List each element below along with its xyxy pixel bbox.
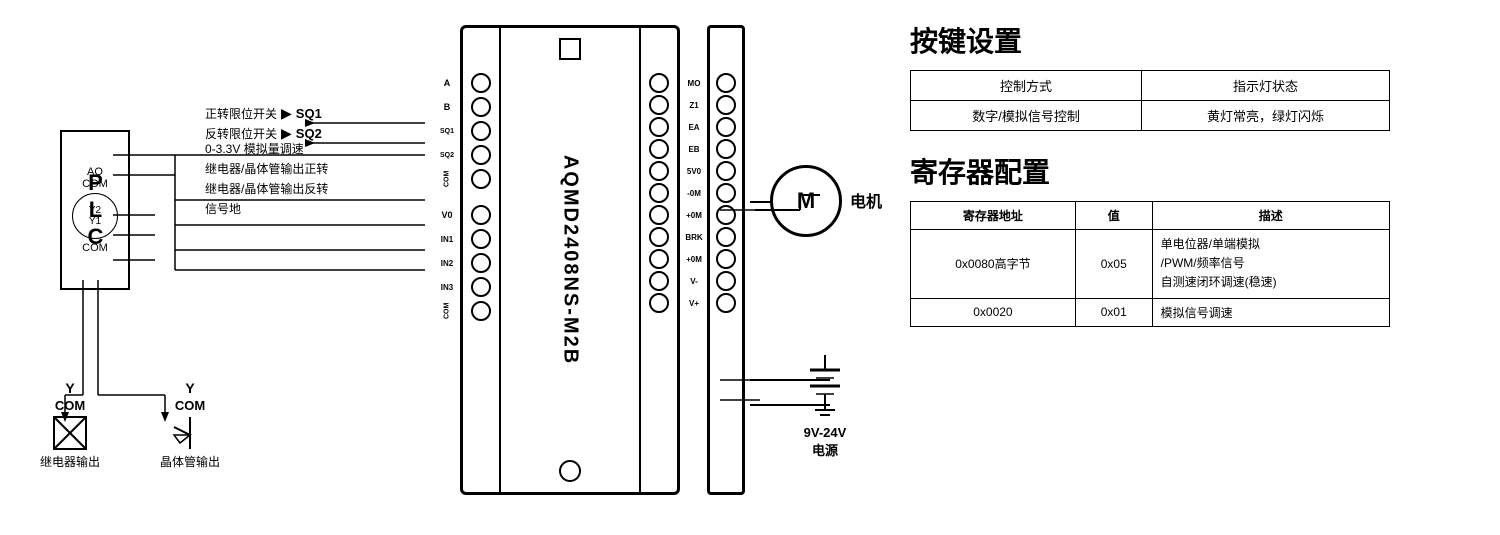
plc-y-circle: Y2 Y1 (72, 193, 118, 239)
transistor-bottom-label: 晶体管输出 (160, 453, 220, 470)
relay-symbol (52, 415, 88, 451)
relay-com-label: COM (55, 398, 85, 413)
plc-com1-label: COM (82, 178, 108, 190)
relay-reverse-label: 继电器/晶体管输出反转 (205, 180, 328, 198)
reg-val-0: 0x05 (1075, 230, 1152, 299)
sq-section: 正转限位开关 ▶ SQ1 反转限位开关 ▶ SQ2 (205, 105, 322, 145)
btn-header-control: 控制方式 (911, 71, 1142, 101)
btn-row-0: 数字/模拟信号控制 黄灯常亮，绿灯闪烁 (911, 101, 1390, 131)
relay-forward-label: 继电器/晶体管输出正转 (205, 160, 328, 178)
power-label: 电源 (800, 440, 850, 459)
motor-circle: M (770, 165, 842, 237)
reg-desc-0: 单电位器/单端模拟/PWM/频率信号自测速闭环调速(稳速) (1152, 230, 1389, 299)
reg-header-desc: 描述 (1152, 202, 1389, 230)
transistor-output-box: Y COM 晶体管输出 (160, 380, 220, 470)
relay-y-label: Y (65, 380, 74, 396)
device-body: A B SQ1 SQ2 COM V0 IN1 IN2 IN3 COM (460, 25, 680, 495)
center-device-section: A B SQ1 SQ2 COM V0 IN1 IN2 IN3 COM (440, 10, 750, 525)
device-top-indicator (559, 38, 581, 60)
forward-limit-label: 正转限位开关 (205, 105, 277, 122)
btn-header-indicator: 指示灯状态 (1142, 71, 1390, 101)
register-config-title: 寄存器配置 (910, 151, 1390, 191)
button-settings-title: 按键设置 (910, 20, 1390, 60)
info-section: 按键设置 控制方式 指示灯状态 数字/模拟信号控制 黄灯常亮，绿灯闪烁 (910, 10, 1390, 525)
power-section: 9V-24V 电源 (800, 350, 850, 459)
signal-gnd-label: 信号地 (205, 200, 328, 218)
btn-cell-indicator: 黄灯常亮，绿灯闪烁 (1142, 101, 1390, 131)
register-config-table: 寄存器地址 值 描述 0x0080高字节 0x05 单电位器/单端模拟/PWM/… (910, 201, 1390, 327)
register-config: 寄存器配置 寄存器地址 值 描述 0x0080高字节 0x05 单电位器/单端模… (910, 151, 1390, 327)
reg-header-addr: 寄存器地址 (911, 202, 1076, 230)
plc-box: AO COM Y2 Y1 COM (60, 130, 130, 290)
plc-ao-label: AO (87, 166, 103, 178)
relay-output-box: Y COM 继电器输出 (40, 380, 100, 470)
transistor-com-label: COM (175, 398, 205, 413)
reg-row-1: 0x0020 0x01 模拟信号调速 (911, 298, 1390, 326)
relay-bottom-label: 继电器输出 (40, 453, 100, 470)
reg-desc-1: 模拟信号调速 (1152, 298, 1389, 326)
analog-speed-label: 0-3.3V 模拟量调速 (205, 140, 328, 158)
power-symbol-svg (800, 350, 850, 420)
left-pin-labels: A B SQ1 SQ2 COM V0 IN1 IN2 IN3 COM (433, 28, 461, 492)
motor-side-label: 电机 (850, 188, 882, 212)
outputs-section: Y COM 继电器输出 Y COM 晶 (40, 380, 220, 470)
transistor-y-label: Y (185, 380, 194, 396)
sq1-row: 正转限位开关 ▶ SQ1 (205, 105, 322, 122)
reg-addr-1: 0x0020 (911, 298, 1076, 326)
reg-row-0: 0x0080高字节 0x05 单电位器/单端模拟/PWM/频率信号自测速闭环调速… (911, 230, 1390, 299)
plc-com2-label: COM (82, 242, 108, 254)
right-pin-labels: MO Z1 EA EB 5V0 -0M +0M BRK +0M V- V+ (679, 28, 709, 492)
transistor-symbol (172, 415, 208, 451)
button-settings: 按键设置 控制方式 指示灯状态 数字/模拟信号控制 黄灯常亮，绿灯闪烁 (910, 20, 1390, 131)
main-container: 正转限位开关 ▶ SQ1 反转限位开关 ▶ SQ2 AO COM Y2 Y1 C… (0, 0, 1500, 535)
reg-addr-0: 0x0080高字节 (911, 230, 1076, 299)
sq2-label: SQ2 (296, 126, 322, 141)
device-bottom-circle (559, 460, 581, 482)
motor-label: M (797, 188, 815, 214)
button-settings-table: 控制方式 指示灯状态 数字/模拟信号控制 黄灯常亮，绿灯闪烁 (910, 70, 1390, 131)
left-section: 正转限位开关 ▶ SQ1 反转限位开关 ▶ SQ2 AO COM Y2 Y1 C… (20, 10, 440, 525)
device-right-pins (639, 28, 677, 492)
reg-header-val: 值 (1075, 202, 1152, 230)
power-voltage-label: 9V-24V (800, 425, 850, 440)
signal-labels: 0-3.3V 模拟量调速 继电器/晶体管输出正转 继电器/晶体管输出反转 信号地 (205, 140, 328, 218)
sq1-label: SQ1 (296, 106, 322, 121)
reg-val-1: 0x01 (1075, 298, 1152, 326)
device-model-label: AQMD2408NS-M2B (559, 155, 582, 365)
device-left-pins (463, 28, 501, 492)
right-connector-strip (707, 25, 745, 495)
motor-power-section: M 电机 9V-24V (750, 10, 910, 525)
btn-cell-control: 数字/模拟信号控制 (911, 101, 1142, 131)
plc-y2-label: Y2 (89, 205, 101, 216)
plc-y1-label: Y1 (89, 216, 101, 227)
